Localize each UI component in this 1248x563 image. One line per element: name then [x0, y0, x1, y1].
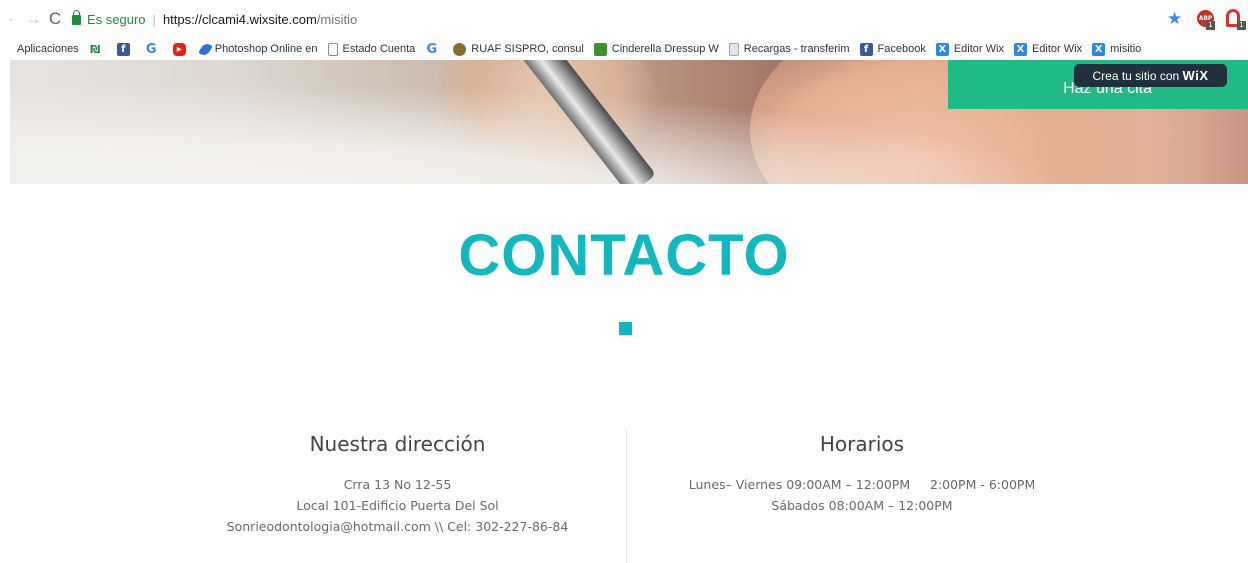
bookmark-recargas[interactable]: Recargas - transferim: [728, 42, 850, 56]
address-bar-row: · → C Es seguro | https://clcami4.wixsit…: [0, 0, 1248, 38]
bookmark-cinderella[interactable]: Cinderella Dressup W: [593, 42, 719, 56]
bookmark-google-2[interactable]: G: [425, 43, 443, 56]
url-host: https://clcami4.wixsite.com: [162, 11, 317, 27]
hours-line: Sábados 08:00AM – 12:00PM: [771, 498, 953, 513]
bookmark-misitio[interactable]: X misitio: [1092, 42, 1142, 56]
bookmark-bank[interactable]: ₪: [89, 43, 107, 56]
bookmark-editor-wix-2[interactable]: X Editor Wix: [1013, 42, 1083, 56]
facebook-icon: f: [859, 42, 873, 56]
address-line: Local 101-Edificio Puerta Del Sol: [296, 498, 499, 513]
bookmark-youtube[interactable]: ▸: [172, 42, 191, 56]
bookmark-ruaf[interactable]: RUAF SISPRO, consul: [453, 42, 584, 56]
bookmark-label: Cinderella Dressup W: [611, 43, 719, 55]
bookmark-label: Editor Wix: [953, 43, 1004, 55]
bookmark-label: Facebook: [877, 43, 926, 55]
wix-icon: X: [1013, 42, 1027, 56]
extension-badge: 1: [1206, 21, 1215, 30]
bookmark-facebook-1[interactable]: f: [116, 42, 135, 56]
bookmark-google-1[interactable]: G: [145, 43, 163, 56]
forward-arrow-icon[interactable]: →: [22, 9, 44, 29]
wix-logo: WiX: [1182, 68, 1209, 83]
facebook-icon: f: [116, 42, 130, 56]
game-icon: [593, 42, 607, 56]
address-column: Nuestra dirección Crra 13 No 12-55 Local…: [150, 432, 645, 537]
reload-icon[interactable]: C: [44, 9, 66, 29]
google-icon: G: [426, 41, 438, 57]
bookmark-label: Aplicaciones: [17, 43, 79, 55]
bookmark-photoshop[interactable]: Photoshop Online en: [198, 41, 318, 57]
hours-line: Lunes– Viernes 09:00AM – 12:00PM 2:00PM …: [688, 477, 1036, 492]
lock-icon: [72, 10, 81, 25]
url-path: /misitio: [316, 11, 358, 27]
secure-label: Es seguro: [87, 11, 146, 27]
bookmark-label: Recargas - transferim: [743, 43, 850, 55]
bookmark-apps[interactable]: Aplicaciones: [17, 43, 79, 55]
google-icon: G: [145, 41, 157, 57]
photoshop-icon: [198, 41, 213, 57]
omnibox-separator: |: [152, 11, 156, 27]
bookmark-label: Editor Wix: [1031, 43, 1083, 55]
wix-promo-banner[interactable]: Crea tu sitio con WiX: [1074, 64, 1227, 87]
hours-heading: Horarios: [819, 432, 905, 456]
bookmark-label: RUAF SISPRO, consul: [471, 43, 584, 55]
file-icon: [728, 42, 739, 56]
omnibox[interactable]: Es seguro | https://clcami4.wixsite.com /…: [72, 10, 358, 27]
contact-email-phone: Sonrieodontologia@hotmail.com \\ Cel: 30…: [226, 519, 569, 534]
page-title: CONTACTO: [458, 223, 790, 288]
bookmark-label: Photoshop Online en: [214, 43, 318, 55]
hours-column: Horarios Lunes– Viernes 09:00AM – 12:00P…: [612, 432, 1112, 516]
bookmark-label: Estado Cuenta: [342, 43, 416, 55]
seal-icon: [453, 42, 467, 56]
bookmark-facebook-2[interactable]: f Facebook: [859, 42, 926, 56]
bookmark-estado-cuenta[interactable]: Estado Cuenta: [327, 42, 416, 56]
wix-icon: X: [935, 42, 949, 56]
wix-icon: X: [1092, 42, 1106, 56]
document-icon: [327, 42, 338, 56]
bookmark-label: misitio: [1110, 43, 1142, 55]
address-heading: Nuestra dirección: [309, 432, 486, 456]
wix-promo-text: Crea tu sitio con: [1092, 69, 1183, 83]
bookmark-star-icon[interactable]: ★: [1167, 9, 1182, 29]
youtube-icon: ▸: [172, 42, 186, 56]
back-arrow-icon[interactable]: ·: [0, 9, 22, 29]
title-accent-square: [619, 322, 632, 335]
bank-icon: ₪: [90, 42, 101, 56]
bookmark-editor-wix-1[interactable]: X Editor Wix: [935, 42, 1004, 56]
extension-badge: 1: [1237, 21, 1246, 30]
bookmarks-bar: Aplicaciones ₪ f G ▸ Photoshop Online en…: [0, 38, 1248, 60]
address-line: Crra 13 No 12-55: [343, 477, 452, 492]
